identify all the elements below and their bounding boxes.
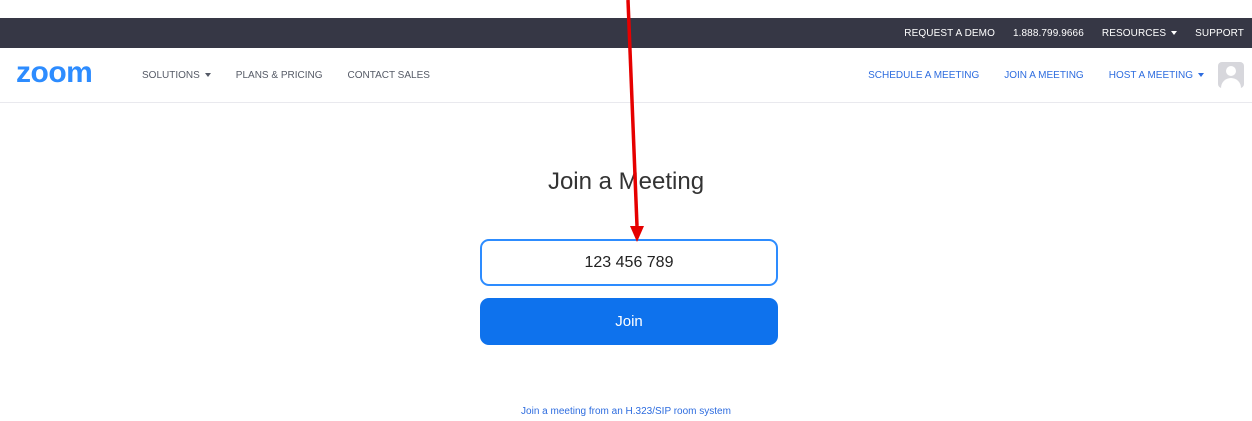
avatar-body bbox=[1221, 78, 1241, 88]
nav-solutions-label: SOLUTIONS bbox=[142, 69, 200, 81]
sip-room-system-link[interactable]: Join a meeting from an H.323/SIP room sy… bbox=[0, 406, 1252, 417]
nav-right-group: SCHEDULE A MEETING JOIN A MEETING HOST A… bbox=[843, 48, 1244, 102]
avatar-head bbox=[1226, 66, 1236, 76]
zoom-logo[interactable]: zoom bbox=[16, 55, 93, 91]
chevron-down-icon bbox=[1198, 73, 1204, 77]
chevron-down-icon bbox=[204, 73, 211, 77]
request-demo-link[interactable]: REQUEST A DEMO bbox=[904, 28, 995, 39]
nav-left-group: SOLUTIONS PLANS & PRICING CONTACT SALES bbox=[142, 48, 455, 102]
phone-number-link[interactable]: 1.888.799.9666 bbox=[1013, 28, 1084, 39]
chevron-down-icon bbox=[1171, 31, 1178, 35]
join-button[interactable]: Join bbox=[480, 298, 778, 345]
nav-contact-sales[interactable]: CONTACT SALES bbox=[348, 70, 430, 81]
nav-plans-pricing[interactable]: PLANS & PRICING bbox=[236, 70, 323, 81]
user-avatar-icon[interactable] bbox=[1218, 62, 1244, 88]
resources-menu[interactable]: RESOURCES bbox=[1101, 27, 1178, 39]
nav-solutions[interactable]: SOLUTIONS bbox=[142, 70, 211, 81]
nav-host-meeting[interactable]: HOST A MEETING bbox=[1109, 70, 1204, 81]
nav-join-meeting[interactable]: JOIN A MEETING bbox=[1004, 70, 1083, 81]
page-title: Join a Meeting bbox=[547, 168, 705, 195]
nav-host-meeting-label: HOST A MEETING bbox=[1108, 69, 1193, 81]
support-link[interactable]: SUPPORT bbox=[1195, 28, 1244, 39]
top-utility-bar: REQUEST A DEMO 1.888.799.9666 RESOURCES … bbox=[0, 18, 1252, 48]
main-nav: zoom SOLUTIONS PLANS & PRICING CONTACT S… bbox=[0, 48, 1252, 103]
meeting-id-input[interactable] bbox=[480, 239, 778, 286]
resources-label: RESOURCES bbox=[1101, 27, 1167, 39]
nav-schedule-meeting[interactable]: SCHEDULE A MEETING bbox=[868, 70, 979, 81]
